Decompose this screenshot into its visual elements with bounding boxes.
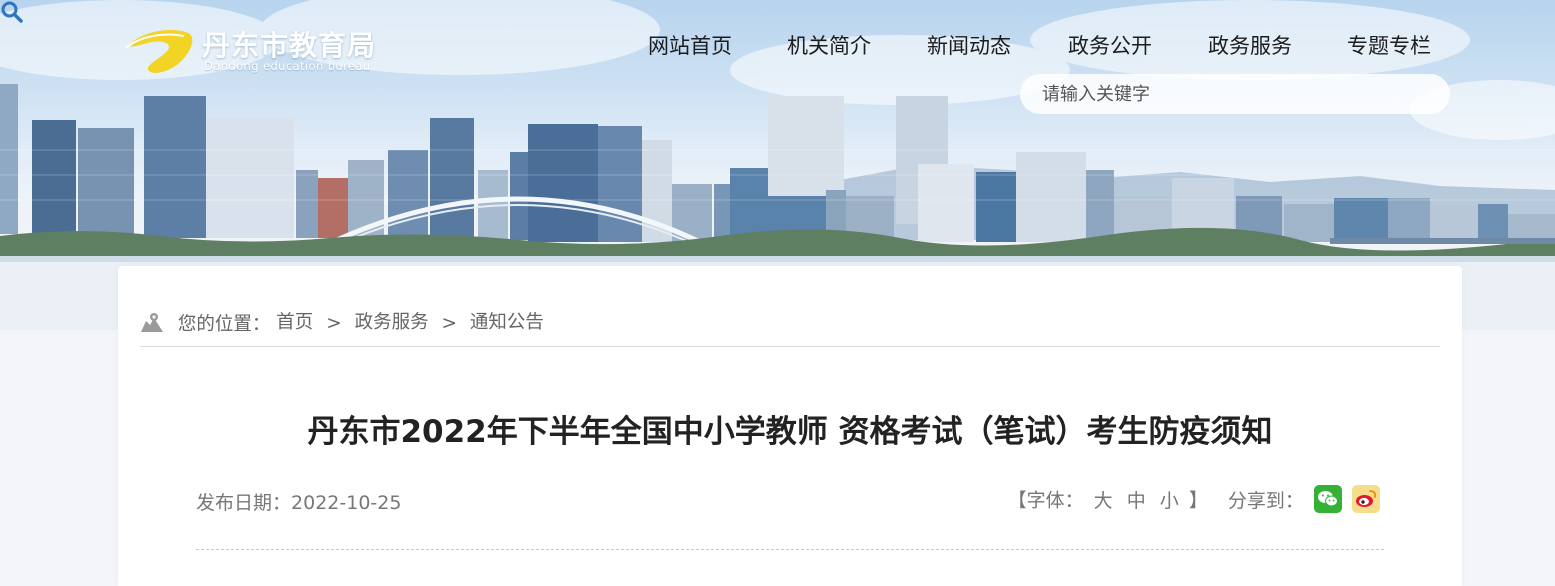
font-size-small[interactable]: 小 — [1160, 490, 1179, 512]
meta-divider — [196, 549, 1384, 550]
font-size-large[interactable]: 大 — [1094, 490, 1113, 512]
breadcrumb-gov-service[interactable]: 政务服务 — [355, 312, 429, 333]
font-size-close: 】 — [1188, 489, 1208, 512]
nav-item-home[interactable]: 网站首页 — [648, 30, 732, 60]
nav-item-news[interactable]: 新闻动态 — [927, 30, 1011, 60]
article-title: 丹东市2022年下半年全国中小学教师 资格考试（笔试）考生防疫须知 — [307, 414, 1273, 450]
search-box — [1020, 74, 1450, 114]
logo-mark-icon — [125, 30, 193, 73]
font-size-label: 【字体： — [1007, 489, 1084, 512]
search-input[interactable] — [1042, 82, 1382, 106]
nav-item-gov-service[interactable]: 政务服务 — [1208, 30, 1292, 60]
weibo-icon[interactable] — [1352, 485, 1380, 513]
share-label: 分享到： — [1227, 489, 1304, 512]
breadcrumb-separator: > — [326, 312, 342, 334]
breadcrumb-separator: > — [441, 312, 458, 334]
breadcrumb-notices[interactable]: 通知公告 — [470, 312, 544, 333]
breadcrumb-prefix: 您的位置： — [177, 314, 271, 335]
search-icon[interactable] — [0, 0, 24, 24]
breadcrumb: 您的位置： 首页 > 政务服务 > 通知公告 — [140, 308, 544, 335]
main-nav: 网站首页 机关简介 新闻动态 政务公开 政务服务 专题专栏 — [620, 30, 1460, 60]
content-card: 您的位置： 首页 > 政务服务 > 通知公告 丹东市2022年下半年全国中小学教… — [118, 266, 1462, 586]
publish-date-value: 2022-10-25 — [291, 492, 402, 514]
breadcrumb-home[interactable]: 首页 — [276, 312, 313, 333]
publish-date-label: 发布日期： — [196, 492, 292, 514]
map-icon — [141, 313, 163, 332]
nav-item-gov-disclosure[interactable]: 政务公开 — [1068, 30, 1152, 60]
site-name: 丹东市教育局 — [202, 29, 377, 62]
site-name-en: Dandong education bureau — [204, 59, 371, 73]
font-size-medium[interactable]: 中 — [1127, 490, 1146, 512]
nav-item-about[interactable]: 机关简介 — [787, 30, 871, 60]
wechat-icon[interactable] — [1313, 485, 1342, 513]
article-tools: 【字体： 大 中 小 】 分享到： — [1008, 485, 1380, 515]
breadcrumb-divider — [140, 346, 1440, 347]
site-logo[interactable]: 丹东市教育局 Dandong education bureau — [124, 24, 414, 80]
publish-date: 发布日期：2022-10-25 — [196, 488, 401, 515]
nav-item-topics[interactable]: 专题专栏 — [1347, 30, 1431, 60]
